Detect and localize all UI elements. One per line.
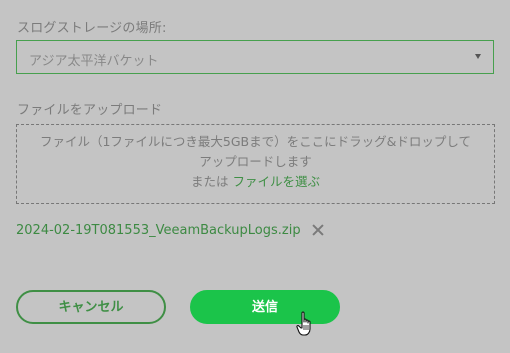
cancel-button[interactable]: キャンセル [16, 290, 166, 324]
drop-or-text: または [190, 174, 229, 189]
chevron-down-icon [475, 54, 481, 59]
upload-label: ファイルをアップロード [17, 103, 163, 118]
selected-file-name: 2024-02-19T081553_VeeamBackupLogs.zip [16, 222, 301, 238]
drop-instructions-line2: アップロードします [199, 154, 312, 169]
remove-file-icon[interactable] [311, 223, 325, 237]
selected-file-row: 2024-02-19T081553_VeeamBackupLogs.zip [16, 221, 325, 239]
log-location-selected-value: アジア太平洋バケット [29, 54, 159, 69]
drop-instructions-line3: または ファイルを選ぶ [17, 172, 494, 192]
hand-pointer-icon [296, 311, 311, 336]
log-location-label: スログストレージの場所: [17, 21, 167, 36]
drop-instructions-line1: ファイル（1ファイルにつき最大5GBまで）をここにドラッグ&ドロップして [39, 134, 472, 149]
log-location-dropdown[interactable]: アジア太平洋バケット [16, 40, 494, 74]
send-button[interactable]: 送信 [190, 290, 340, 324]
choose-file-link[interactable]: ファイルを選ぶ [232, 174, 320, 189]
file-drop-zone[interactable]: ファイル（1ファイルにつき最大5GBまで）をここにドラッグ&ドロップして アップ… [16, 124, 495, 204]
